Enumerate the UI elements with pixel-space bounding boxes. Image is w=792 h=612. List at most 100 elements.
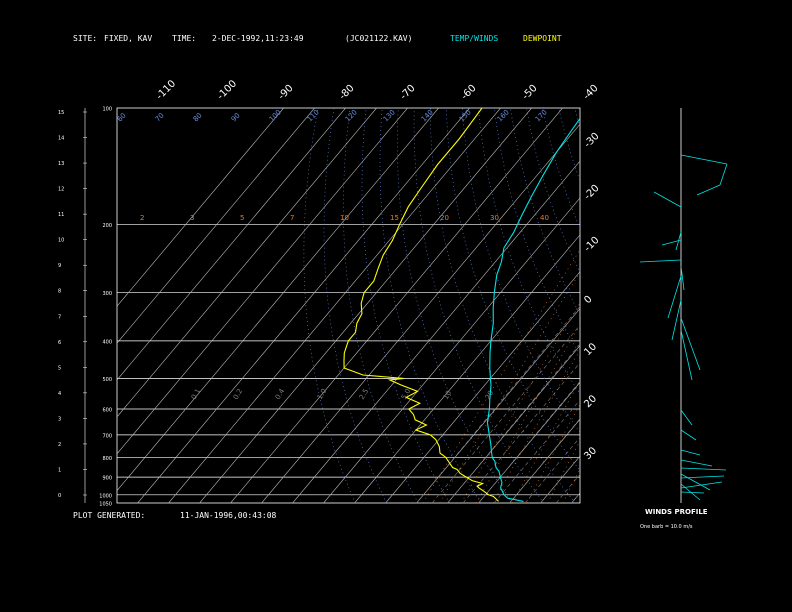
pressure-tick-1000: 1000 bbox=[99, 493, 112, 499]
dry-adiabat bbox=[396, 108, 513, 503]
isotherm-line bbox=[117, 108, 439, 492]
wind-barb bbox=[680, 409, 693, 426]
time-value: 2-DEC-1992,11:23:49 bbox=[212, 34, 304, 43]
dry-adiabat bbox=[413, 108, 545, 503]
wind-barb bbox=[680, 429, 697, 441]
mixing-ratio-label: 7 bbox=[290, 214, 294, 222]
height-tick: 12 bbox=[58, 187, 64, 193]
wind-barb bbox=[680, 491, 705, 494]
dry-adiabat-label: 140 bbox=[420, 108, 435, 123]
wind-barb bbox=[719, 163, 728, 186]
mixing-ratio-line bbox=[492, 349, 580, 503]
height-tick: 8 bbox=[58, 289, 61, 295]
height-tick: 6 bbox=[58, 340, 61, 346]
wind-barb bbox=[680, 459, 713, 467]
wind-barb bbox=[680, 154, 728, 165]
series-layer bbox=[343, 108, 580, 502]
isotherm-line bbox=[603, 108, 792, 503]
mixing-ratio-label: 3 bbox=[190, 214, 194, 222]
dry-adiabat-label: 80 bbox=[192, 111, 204, 123]
pressure-tick-400: 400 bbox=[102, 339, 112, 345]
pressure-tick-100: 100 bbox=[102, 107, 112, 113]
mixing-ratio-line bbox=[526, 403, 580, 503]
wind-barb bbox=[696, 184, 721, 196]
pressure-tick-700: 700 bbox=[102, 433, 112, 439]
isotherm-line bbox=[117, 108, 346, 381]
temp-legend: TEMP/WINDS bbox=[450, 34, 498, 43]
dry-adiabat bbox=[639, 108, 792, 503]
moist-adiabat bbox=[431, 324, 580, 503]
pressure-tick-200: 200 bbox=[102, 223, 112, 229]
isotherm-line bbox=[137, 108, 470, 503]
pressure-tick-300: 300 bbox=[102, 291, 112, 297]
dry-adiabat bbox=[671, 108, 792, 503]
pressure-tick-900: 900 bbox=[102, 476, 112, 482]
dry-adiabat-label: 110 bbox=[306, 108, 321, 123]
dry-adiabat bbox=[591, 108, 792, 503]
pressure-tick-500: 500 bbox=[102, 377, 112, 383]
dry-adiabat-label: 100 bbox=[268, 108, 283, 123]
grid-labels: 2 3 5 7 10 15 20 30 40 60 70 80 90 100 110 120 130 140 150… bbox=[116, 108, 549, 401]
isotherm-line bbox=[230, 108, 563, 503]
isotherm-line bbox=[199, 108, 532, 503]
dry-adiabat bbox=[623, 108, 792, 503]
right-temp-tick: 30 bbox=[582, 445, 599, 462]
mixing-ratio-line bbox=[547, 440, 580, 503]
wind-barb bbox=[680, 329, 693, 381]
dry-adiabat-label: 130 bbox=[382, 108, 397, 123]
moist-adiabat-label: 2.5 bbox=[358, 387, 370, 401]
site-value: FIXED, KAV bbox=[104, 34, 152, 43]
dry-adiabat bbox=[526, 108, 580, 273]
top-temp-tick: -80 bbox=[337, 83, 356, 102]
wind-barb bbox=[680, 449, 701, 456]
wind-barb bbox=[667, 275, 682, 319]
wind-barb bbox=[680, 265, 685, 291]
height-tick: 14 bbox=[58, 136, 64, 142]
isotherm-line bbox=[354, 234, 580, 503]
dry-adiabat-label: 150 bbox=[458, 108, 473, 123]
isotherm-line bbox=[117, 108, 377, 418]
right-temp-tick: 20 bbox=[582, 393, 599, 410]
temperature-line bbox=[486, 117, 580, 502]
dry-adiabat bbox=[574, 108, 580, 129]
isotherm-line bbox=[117, 108, 315, 344]
mixing-ratio-line bbox=[512, 380, 580, 503]
site-label: SITE: bbox=[73, 34, 97, 43]
moist-adiabat-label: 0.2 bbox=[232, 387, 244, 401]
pressure-tick-800: 800 bbox=[102, 456, 112, 462]
dry-adiabat-label: 60 bbox=[116, 111, 128, 123]
dry-adiabat bbox=[446, 108, 580, 472]
generated-value: 11-JAN-1996,00:43:08 bbox=[180, 511, 277, 520]
top-temp-tick: -60 bbox=[459, 83, 478, 102]
height-tick: 3 bbox=[58, 416, 61, 422]
right-temp-tick: -30 bbox=[582, 131, 601, 150]
wind-barb bbox=[680, 467, 727, 471]
pressure-tick-1050: 1050 bbox=[99, 502, 112, 508]
height-axis-labels: 0123456789101112131415 bbox=[58, 110, 87, 499]
wind-barb bbox=[680, 481, 723, 489]
isotherm-line bbox=[447, 345, 580, 503]
dry-adiabat-label: 120 bbox=[344, 108, 359, 123]
mixing-ratio-label: 30 bbox=[490, 214, 499, 222]
wind-barb bbox=[639, 259, 682, 263]
mixing-ratio-line bbox=[439, 271, 580, 503]
top-temp-tick: -90 bbox=[276, 83, 295, 102]
dry-adiabat bbox=[323, 108, 387, 503]
height-tick: 11 bbox=[58, 212, 64, 218]
top-temp-tick: -70 bbox=[398, 83, 417, 102]
wind-barb bbox=[671, 299, 682, 341]
dry-adiabat-label: 160 bbox=[496, 108, 511, 123]
moist-adiabat bbox=[462, 362, 580, 503]
mixing-ratio-line bbox=[476, 324, 580, 503]
top-temp-tick: -40 bbox=[581, 83, 600, 102]
height-tick: 13 bbox=[58, 161, 64, 167]
height-tick: 0 bbox=[58, 493, 61, 499]
mixing-ratio-label: 20 bbox=[440, 214, 449, 222]
dry-adiabat-label: 90 bbox=[230, 111, 242, 123]
right-temp-tick: -10 bbox=[582, 235, 601, 254]
isotherm-line bbox=[540, 455, 580, 503]
dry-adiabat bbox=[607, 108, 792, 503]
mixing-ratio-label: 15 bbox=[390, 214, 399, 222]
dry-adiabat bbox=[494, 108, 580, 355]
mixing-ratio-label: 2 bbox=[140, 214, 144, 222]
